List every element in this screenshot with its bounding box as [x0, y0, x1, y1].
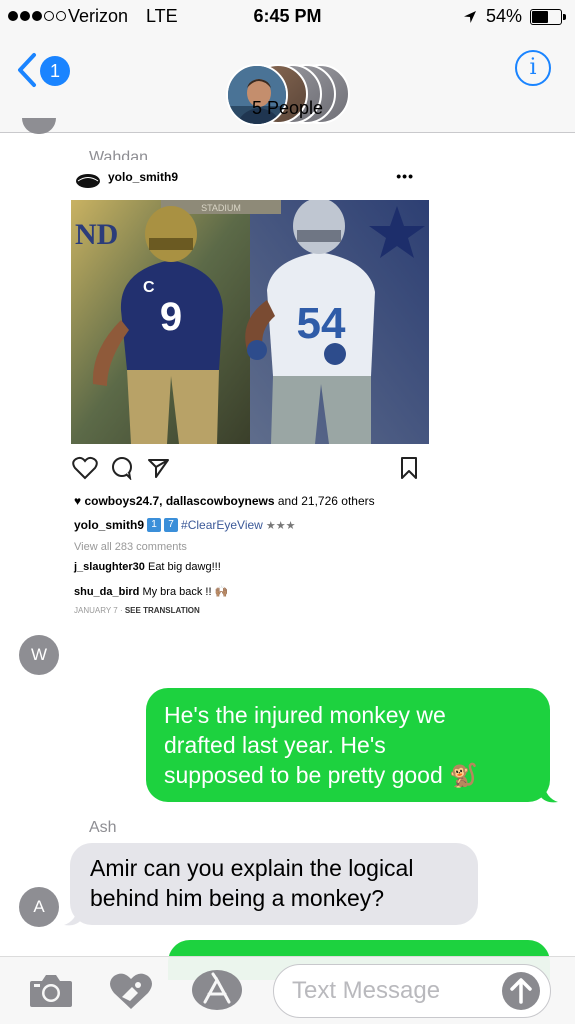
unread-count-badge: 1: [40, 56, 70, 86]
group-title[interactable]: 5 People: [0, 98, 575, 119]
instagram-username: yolo_smith9: [108, 170, 179, 184]
bookmark-icon: [401, 457, 417, 479]
camera-icon[interactable]: [28, 973, 74, 1009]
instagram-comment: shu_da_bird My bra back !! 🙌🏽: [74, 586, 229, 598]
svg-text:STADIUM: STADIUM: [201, 203, 241, 213]
info-button[interactable]: i: [515, 50, 551, 86]
send-button[interactable]: [502, 972, 540, 1010]
instagram-date: JANUARY 7 · SEE TRANSLATION: [74, 606, 200, 615]
incoming-message-bubble[interactable]: Amir can you explain the logical behind …: [70, 843, 478, 925]
location-arrow-icon: [464, 11, 476, 23]
instagram-avatar-icon: [76, 174, 100, 188]
digital-touch-heart-icon[interactable]: [108, 971, 154, 1011]
jersey-number: 9: [160, 295, 182, 339]
keycap-one-emoji: 1: [147, 518, 162, 532]
share-icon: [148, 459, 169, 478]
instagram-likes: ♥ cowboys24.7, dallascowboynews and 21,7…: [74, 494, 375, 508]
bubble-tail: [540, 784, 558, 803]
svg-text:C: C: [143, 279, 155, 296]
jersey-number: 54: [297, 299, 346, 348]
outgoing-message-bubble[interactable]: He's the injured monkey we drafted last …: [146, 688, 550, 802]
view-all-comments: View all 283 comments: [74, 541, 187, 553]
chevron-left-icon: [18, 53, 36, 87]
message-input-bar: [0, 956, 575, 1024]
battery-tip: [563, 14, 566, 20]
text-message-input[interactable]: [292, 975, 492, 1007]
conversation-header: 1 5 People i: [0, 34, 575, 133]
shared-image-attachment[interactable]: yolo_smith9 ••• STADIUM ND 9 C 54 ♥ cowb…: [70, 160, 430, 620]
sender-avatar[interactable]: W: [19, 635, 59, 675]
back-button[interactable]: 1: [16, 50, 76, 90]
send-arrow-icon: [510, 978, 532, 1004]
instagram-actions: [72, 456, 418, 480]
status-bar: Verizon LTE 6:45 PM 54%: [0, 0, 575, 34]
battery-percent: 54%: [486, 6, 523, 26]
heart-icon: [72, 456, 98, 480]
small-heart-icon: ♥: [74, 494, 82, 508]
app-store-icon[interactable]: [191, 968, 243, 1012]
bubble-tail: [64, 907, 82, 926]
instagram-caption: yolo_smith9 1 7 #ClearEyeView ★★★: [74, 518, 296, 532]
sender-avatar[interactable]: A: [19, 887, 59, 927]
keycap-seven-emoji: 7: [164, 518, 179, 532]
svg-text:ND: ND: [75, 218, 118, 251]
battery-icon: [530, 9, 562, 25]
instagram-comment: j_slaughter30 Eat big dawg!!!: [74, 561, 221, 573]
text-message-field[interactable]: [273, 964, 551, 1018]
more-options-icon: •••: [396, 168, 414, 184]
sender-name: Ash: [89, 819, 117, 836]
instagram-photo: STADIUM ND 9 C 54: [71, 200, 429, 444]
comment-icon: [112, 457, 132, 480]
